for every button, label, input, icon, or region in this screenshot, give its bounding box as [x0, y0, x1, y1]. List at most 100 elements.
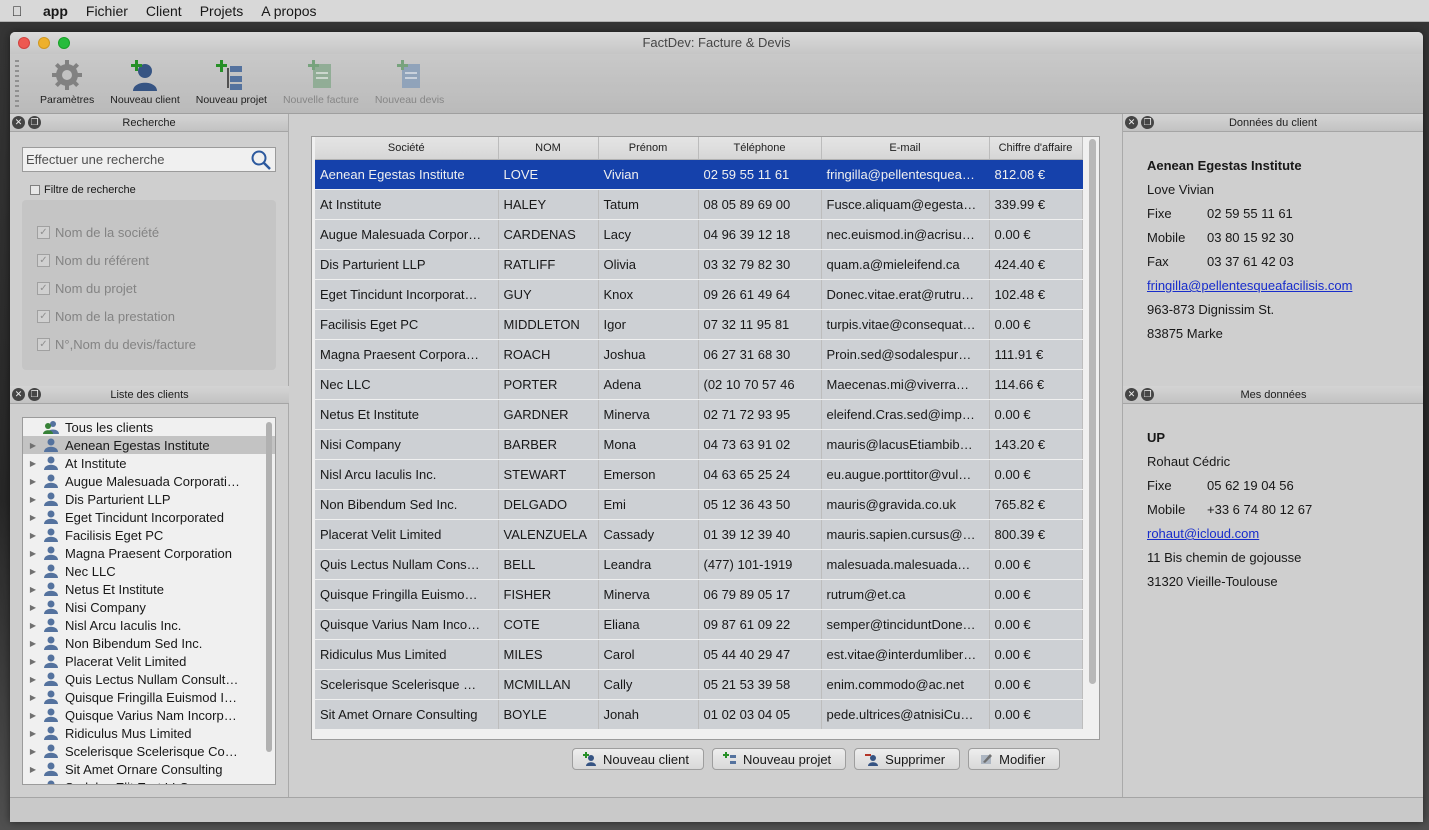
cell-nom[interactable]: COTE	[498, 609, 599, 640]
table-row[interactable]: Aenean Egestas Institute LOVE Vivian 02 59 …	[315, 159, 1083, 190]
cell-nom[interactable]: MCMILLAN	[498, 669, 599, 700]
expand-arrow-icon[interactable]: ▶	[23, 711, 43, 720]
cell-email[interactable]: Fusce.aliquam@egesta…	[821, 189, 990, 220]
expand-arrow-icon[interactable]: ▶	[23, 477, 43, 486]
table-row[interactable]: Sit Amet Ornare Consulting BOYLE Jonah 01 0…	[315, 699, 1083, 730]
cell-chiffre[interactable]: 424.40 €	[989, 249, 1083, 280]
cell-telephone[interactable]: 04 96 39 12 18	[698, 219, 822, 250]
table-row[interactable]: Facilisis Eget PC MIDDLETON Igor 07 32 11 9…	[315, 309, 1083, 340]
cell-telephone[interactable]: 04 73 63 91 02	[698, 429, 822, 460]
cell-telephone[interactable]: 05 44 40 29 47	[698, 639, 822, 670]
dock-close-icon[interactable]: ✕	[1125, 116, 1138, 129]
cell-prenom[interactable]: Igor	[598, 309, 699, 340]
cell-nom[interactable]: PORTER	[498, 369, 599, 400]
expand-arrow-icon[interactable]: ▶	[23, 693, 43, 702]
tree-client-item[interactable]: ▶ Quisque Varius Nam Incorp…	[23, 706, 275, 724]
cell-prenom[interactable]: Joshua	[598, 339, 699, 370]
cell-societe[interactable]: Placerat Velit Limited	[315, 519, 499, 550]
cell-nom[interactable]: VALENZUELA	[498, 519, 599, 550]
cell-prenom[interactable]: Lacy	[598, 219, 699, 250]
expand-arrow-icon[interactable]: ▶	[23, 531, 43, 540]
cell-telephone[interactable]: 06 27 31 68 30	[698, 339, 822, 370]
cell-email[interactable]: eleifend.Cras.sed@imp…	[821, 399, 990, 430]
cell-nom[interactable]: CARDENAS	[498, 219, 599, 250]
cell-chiffre[interactable]: 765.82 €	[989, 489, 1083, 520]
window-zoom-button[interactable]	[58, 37, 70, 49]
dock-float-icon[interactable]: ❐	[28, 388, 41, 401]
tree-client-item[interactable]: ▶ Nec LLC	[23, 562, 275, 580]
header-prenom[interactable]: Prénom	[598, 137, 699, 160]
cell-societe[interactable]: Augue Malesuada Corpor…	[315, 219, 499, 250]
expand-arrow-icon[interactable]: ▶	[23, 549, 43, 558]
clients-tree[interactable]: Tous les clients ▶ Aenean Egestas Institu…	[22, 417, 276, 785]
cell-societe[interactable]: Quis Lectus Nullam Cons…	[315, 549, 499, 580]
expand-arrow-icon[interactable]: ▶	[23, 747, 43, 756]
cell-telephone[interactable]: 03 32 79 82 30	[698, 249, 822, 280]
cell-societe[interactable]: Dis Parturient LLP	[315, 249, 499, 280]
table-row[interactable]: Nisl Arcu Iaculis Inc. STEWART Emerson 04 6…	[315, 459, 1083, 490]
cell-chiffre[interactable]: 0.00 €	[989, 399, 1083, 430]
header-nom[interactable]: NOM	[498, 137, 599, 160]
expand-arrow-icon[interactable]: ▶	[23, 513, 43, 522]
cell-chiffre[interactable]: 0.00 €	[989, 669, 1083, 700]
filter-option-devis-facture[interactable]: ✓ N°,Nom du devis/facture	[22, 330, 276, 358]
nouveau-projet-toolbar-button[interactable]: Nouveau projet	[188, 54, 275, 106]
tree-client-item[interactable]: ▶ Quisque Fringilla Euismod I…	[23, 688, 275, 706]
cell-telephone[interactable]: 05 21 53 39 58	[698, 669, 822, 700]
table-row[interactable]: Non Bibendum Sed Inc. DELGADO Emi 05 12 36 …	[315, 489, 1083, 520]
cell-societe[interactable]: Netus Et Institute	[315, 399, 499, 430]
cell-email[interactable]: malesuada.malesuada…	[821, 549, 990, 580]
cell-nom[interactable]: BOYLE	[498, 699, 599, 730]
my-email-link[interactable]: rohaut@icloud.com	[1147, 526, 1259, 541]
tree-client-item[interactable]: ▶ Sit Amet Ornare Consulting	[23, 760, 275, 778]
cell-telephone[interactable]: 09 26 61 49 64	[698, 279, 822, 310]
dock-float-icon[interactable]: ❐	[1141, 388, 1154, 401]
cell-telephone[interactable]: (477) 101-1919	[698, 549, 822, 580]
expand-arrow-icon[interactable]: ▶	[23, 459, 43, 468]
cell-prenom[interactable]: Knox	[598, 279, 699, 310]
cell-nom[interactable]: FISHER	[498, 579, 599, 610]
tree-client-item[interactable]: ▶ Placerat Velit Limited	[23, 652, 275, 670]
cell-prenom[interactable]: Cally	[598, 669, 699, 700]
cell-societe[interactable]: Eget Tincidunt Incorporat…	[315, 279, 499, 310]
cell-chiffre[interactable]: 143.20 €	[989, 429, 1083, 460]
dock-close-icon[interactable]: ✕	[12, 388, 25, 401]
cell-telephone[interactable]: 04 63 65 25 24	[698, 459, 822, 490]
header-chiffre[interactable]: Chiffre d'affaire	[989, 137, 1083, 160]
cell-prenom[interactable]: Mona	[598, 429, 699, 460]
table-row[interactable]: Scelerisque Scelerisque … MCMILLAN Cally 05…	[315, 669, 1083, 700]
cell-nom[interactable]: MILES	[498, 639, 599, 670]
expand-arrow-icon[interactable]: ▶	[23, 585, 43, 594]
table-row[interactable]: At Institute HALEY Tatum 08 05 89 69 00 Fusc…	[315, 189, 1083, 220]
cell-societe[interactable]: Non Bibendum Sed Inc.	[315, 489, 499, 520]
cell-chiffre[interactable]: 0.00 €	[989, 579, 1083, 610]
table-row[interactable]: Nec LLC PORTER Adena (02 10 70 57 46 Maecena…	[315, 369, 1083, 400]
filter-option-prestation[interactable]: ✓ Nom de la prestation	[22, 302, 276, 330]
cell-nom[interactable]: STEWART	[498, 459, 599, 490]
table-row[interactable]: Eget Tincidunt Incorporat… GUY Knox 09 26 6…	[315, 279, 1083, 310]
dock-close-icon[interactable]: ✕	[1125, 388, 1138, 401]
tree-client-item[interactable]: ▶ Nisi Company	[23, 598, 275, 616]
expand-arrow-icon[interactable]: ▶	[23, 765, 43, 774]
cell-chiffre[interactable]: 0.00 €	[989, 699, 1083, 730]
table-row[interactable]: Quisque Varius Nam Inco… COTE Eliana 09 87 …	[315, 609, 1083, 640]
cell-email[interactable]: eu.augue.porttitor@vul…	[821, 459, 990, 490]
expand-arrow-icon[interactable]: ▶	[23, 495, 43, 504]
cell-chiffre[interactable]: 0.00 €	[989, 309, 1083, 340]
cell-societe[interactable]: Magna Praesent Corpora…	[315, 339, 499, 370]
cell-chiffre[interactable]: 0.00 €	[989, 639, 1083, 670]
cell-chiffre[interactable]: 0.00 €	[989, 609, 1083, 640]
cell-email[interactable]: semper@tinciduntDone…	[821, 609, 990, 640]
dock-close-icon[interactable]: ✕	[12, 116, 25, 129]
cell-nom[interactable]: GUY	[498, 279, 599, 310]
cell-telephone[interactable]: 09 87 61 09 22	[698, 609, 822, 640]
tree-client-item[interactable]: ▶ Dis Parturient LLP	[23, 490, 275, 508]
expand-arrow-icon[interactable]: ▶	[23, 441, 43, 450]
search-icon[interactable]	[249, 149, 273, 171]
cell-societe[interactable]: Nec LLC	[315, 369, 499, 400]
cell-email[interactable]: fringilla@pellentesquea…	[821, 159, 990, 190]
table-row[interactable]: Ridiculus Mus Limited MILES Carol 05 44 40 …	[315, 639, 1083, 670]
tree-client-item[interactable]: ▶ Eget Tincidunt Incorporated	[23, 508, 275, 526]
tree-client-item[interactable]: ▶ Sodales Elit Erat LLC	[23, 778, 275, 784]
table-scrollbar[interactable]	[1089, 139, 1096, 684]
